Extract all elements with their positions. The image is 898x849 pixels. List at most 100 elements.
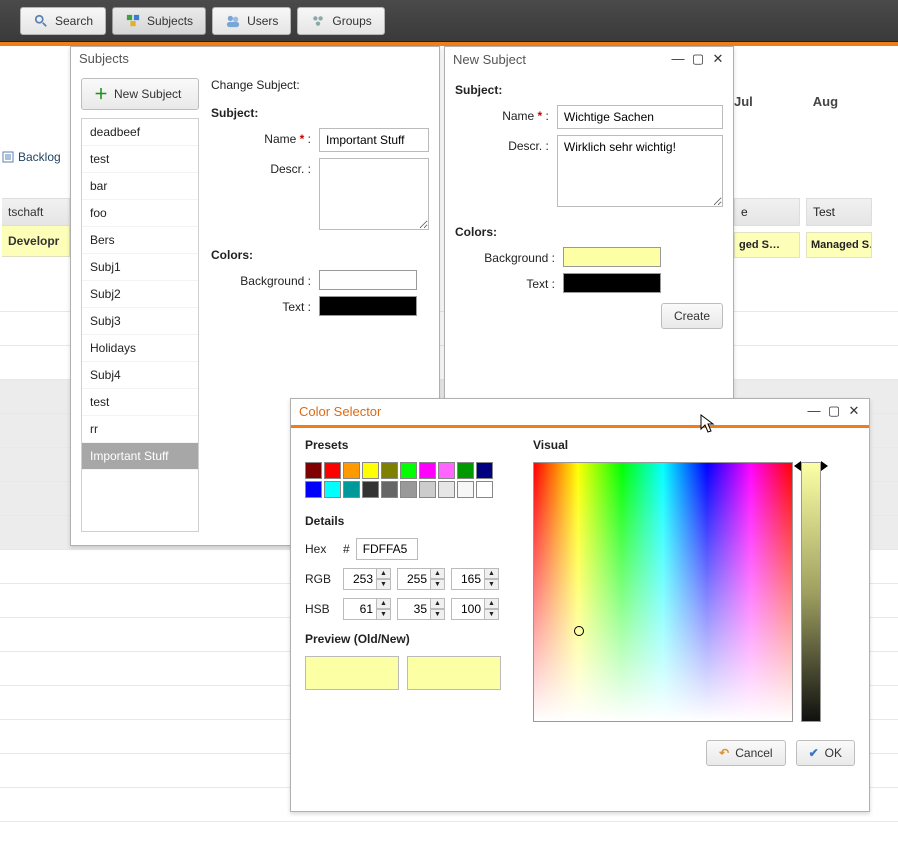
ns-text-swatch[interactable] bbox=[563, 273, 661, 293]
list-item[interactable]: Subj1 bbox=[82, 254, 198, 281]
hsb-b-down-icon[interactable]: ▼ bbox=[485, 609, 499, 620]
rgb-b-down-icon[interactable]: ▼ bbox=[485, 579, 499, 590]
hsb-s-down-icon[interactable]: ▼ bbox=[431, 609, 445, 620]
rgb-g-down-icon[interactable]: ▼ bbox=[431, 579, 445, 590]
list-item[interactable]: foo bbox=[82, 200, 198, 227]
ns-subject-heading: Subject: bbox=[455, 83, 723, 97]
list-item[interactable]: Subj3 bbox=[82, 308, 198, 335]
ns-name-input[interactable] bbox=[557, 105, 723, 129]
subject-name-input[interactable] bbox=[319, 128, 429, 152]
hsb-s-spinner[interactable]: ▲▼ bbox=[397, 598, 445, 620]
preset-swatch[interactable] bbox=[457, 481, 474, 498]
preset-swatch[interactable] bbox=[419, 481, 436, 498]
list-item[interactable]: Subj2 bbox=[82, 281, 198, 308]
preset-swatch[interactable] bbox=[362, 481, 379, 498]
ns-descr-label: Descr. : bbox=[455, 135, 549, 153]
preset-swatch[interactable] bbox=[343, 481, 360, 498]
users-icon bbox=[225, 13, 241, 29]
color-selector-window: Color Selector — ▢ ✕ Presets Details Hex… bbox=[290, 398, 870, 812]
descr-label: Descr. : bbox=[211, 158, 311, 176]
tab-label: Search bbox=[55, 14, 93, 28]
list-item[interactable]: Holidays bbox=[82, 335, 198, 362]
tab-groups[interactable]: Groups bbox=[297, 7, 384, 35]
brightness-slider[interactable] bbox=[801, 462, 821, 722]
name-label: Name * : bbox=[211, 128, 311, 146]
tab-label: Groups bbox=[332, 14, 371, 28]
preset-swatch[interactable] bbox=[305, 481, 322, 498]
cancel-button[interactable]: ↶ Cancel bbox=[706, 740, 785, 766]
preview-old-color bbox=[305, 656, 399, 690]
create-button[interactable]: Create bbox=[661, 303, 723, 329]
preset-swatch[interactable] bbox=[324, 481, 341, 498]
search-icon bbox=[33, 13, 49, 29]
hex-input[interactable] bbox=[356, 538, 418, 560]
new-subject-titlebar: New Subject — ▢ ✕ bbox=[445, 47, 733, 73]
preset-swatch[interactable] bbox=[476, 481, 493, 498]
minimize-icon[interactable]: — bbox=[671, 51, 685, 67]
background-color-swatch[interactable] bbox=[319, 270, 417, 290]
new-subject-button[interactable]: ＋ New Subject bbox=[81, 78, 199, 110]
tab-subjects[interactable]: Subjects bbox=[112, 7, 206, 35]
hsb-b-spinner[interactable]: ▲▼ bbox=[451, 598, 499, 620]
preset-swatch[interactable] bbox=[419, 462, 436, 479]
subject-section-heading: Subject: bbox=[211, 106, 429, 120]
maximize-icon[interactable]: ▢ bbox=[691, 51, 705, 67]
hex-label: Hex bbox=[305, 542, 337, 556]
hsb-s-up-icon[interactable]: ▲ bbox=[431, 598, 445, 609]
background-color-label: Background : bbox=[211, 270, 311, 288]
tab-search[interactable]: Search bbox=[20, 7, 106, 35]
preset-swatch[interactable] bbox=[343, 462, 360, 479]
text-color-swatch[interactable] bbox=[319, 296, 417, 316]
preset-swatch[interactable] bbox=[457, 462, 474, 479]
new-subject-title: New Subject bbox=[453, 52, 526, 67]
rgb-b-spinner[interactable]: ▲▼ bbox=[451, 568, 499, 590]
list-item[interactable]: deadbeef bbox=[82, 119, 198, 146]
hsb-h-spinner[interactable]: ▲▼ bbox=[343, 598, 391, 620]
list-item[interactable]: test bbox=[82, 389, 198, 416]
visual-heading: Visual bbox=[533, 438, 855, 452]
cs-close-icon[interactable]: ✕ bbox=[847, 403, 861, 419]
cs-minimize-icon[interactable]: — bbox=[807, 403, 821, 419]
ok-label: OK bbox=[825, 746, 842, 760]
rgb-r-spinner[interactable]: ▲▼ bbox=[343, 568, 391, 590]
preset-swatch[interactable] bbox=[362, 462, 379, 479]
preset-swatch[interactable] bbox=[381, 462, 398, 479]
preset-swatch[interactable] bbox=[324, 462, 341, 479]
rgb-b-up-icon[interactable]: ▲ bbox=[485, 568, 499, 579]
cs-maximize-icon[interactable]: ▢ bbox=[827, 403, 841, 419]
preset-swatch[interactable] bbox=[400, 481, 417, 498]
cancel-label: Cancel bbox=[735, 746, 772, 760]
subjects-list[interactable]: deadbeeftestbarfooBersSubj1Subj2Subj3Hol… bbox=[81, 118, 199, 532]
preset-swatch[interactable] bbox=[438, 481, 455, 498]
list-item[interactable]: Bers bbox=[82, 227, 198, 254]
rgb-r-up-icon[interactable]: ▲ bbox=[377, 568, 391, 579]
ns-descr-input[interactable]: Wirklich sehr wichtig! bbox=[557, 135, 723, 207]
hsb-b-up-icon[interactable]: ▲ bbox=[485, 598, 499, 609]
create-label: Create bbox=[674, 309, 710, 323]
list-item[interactable]: Subj4 bbox=[82, 362, 198, 389]
rgb-r-down-icon[interactable]: ▼ bbox=[377, 579, 391, 590]
hsb-h-down-icon[interactable]: ▼ bbox=[377, 609, 391, 620]
rgb-g-spinner[interactable]: ▲▼ bbox=[397, 568, 445, 590]
preset-swatch[interactable] bbox=[400, 462, 417, 479]
list-item[interactable]: bar bbox=[82, 173, 198, 200]
list-item[interactable]: test bbox=[82, 146, 198, 173]
rgb-g-up-icon[interactable]: ▲ bbox=[431, 568, 445, 579]
list-item[interactable]: rr bbox=[82, 416, 198, 443]
saturation-value-picker[interactable] bbox=[533, 462, 793, 722]
subjects-title: Subjects bbox=[79, 51, 129, 66]
ok-button[interactable]: ✔ OK bbox=[796, 740, 855, 766]
hsb-h-up-icon[interactable]: ▲ bbox=[377, 598, 391, 609]
ns-bg-swatch[interactable] bbox=[563, 247, 661, 267]
tab-users[interactable]: Users bbox=[212, 7, 291, 35]
preset-swatch[interactable] bbox=[438, 462, 455, 479]
list-item[interactable]: Important Stuff bbox=[82, 443, 198, 470]
sv-cursor-icon[interactable] bbox=[574, 626, 584, 636]
preset-swatch[interactable] bbox=[476, 462, 493, 479]
cs-title: Color Selector bbox=[299, 404, 381, 419]
new-subject-label: New Subject bbox=[114, 87, 181, 101]
preset-swatch[interactable] bbox=[305, 462, 322, 479]
close-icon[interactable]: ✕ bbox=[711, 51, 725, 67]
preset-swatch[interactable] bbox=[381, 481, 398, 498]
subject-descr-input[interactable] bbox=[319, 158, 429, 230]
